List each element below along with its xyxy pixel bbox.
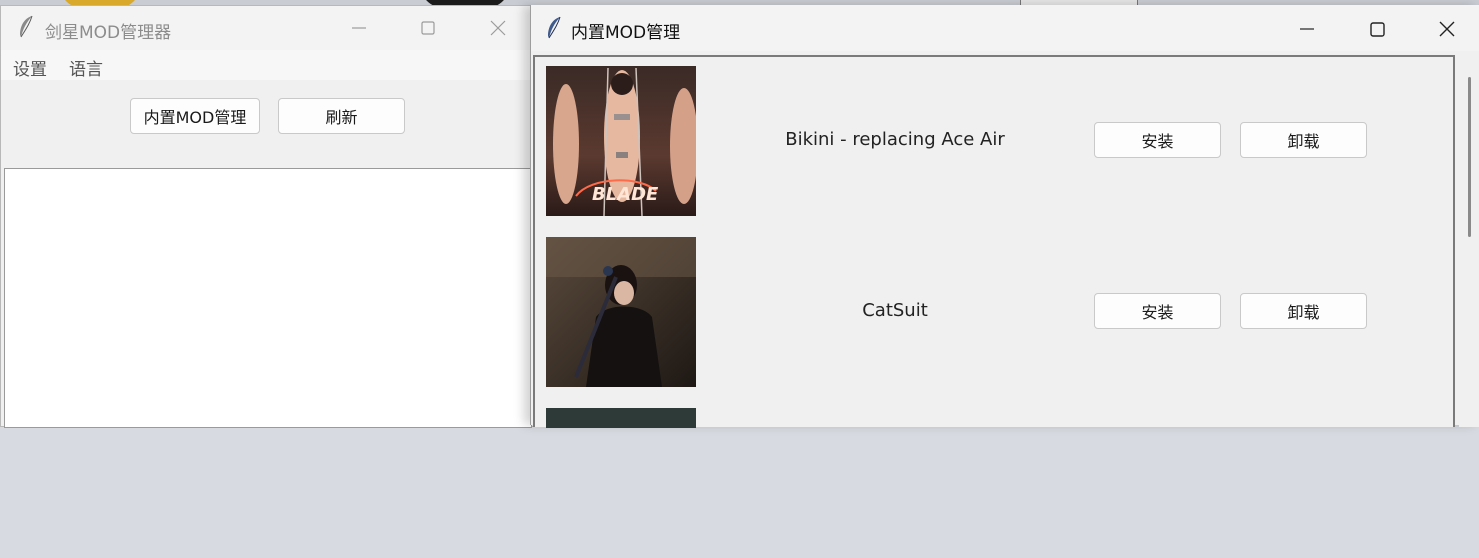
uninstall-button[interactable]: 卸载 <box>1240 122 1367 158</box>
toolbar: 内置MOD管理 刷新 <box>1 80 536 170</box>
close-icon[interactable] <box>475 8 521 48</box>
maximize-icon[interactable] <box>405 8 451 48</box>
menu-bar: 设置 语言 <box>1 50 536 80</box>
mod-thumbnail: BLADE <box>546 66 696 216</box>
builtin-mod-window: 内置MOD管理 BLADE Bikini - replacing Ace Air… <box>530 5 1479 428</box>
menu-settings[interactable]: 设置 <box>13 55 47 80</box>
close-icon[interactable] <box>1424 9 1470 49</box>
install-button[interactable]: 安装 <box>1094 293 1221 329</box>
mod-row <box>535 408 1455 558</box>
mod-list[interactable] <box>4 168 532 428</box>
mod-list-frame: BLADE Bikini - replacing Ace Air 安装 卸载 C… <box>533 55 1455 428</box>
minimize-icon[interactable] <box>1284 9 1330 49</box>
mod-row: CatSuit 安装 卸载 <box>535 237 1455 387</box>
title-bar[interactable]: 内置MOD管理 <box>531 5 1479 51</box>
feather-icon <box>17 15 35 39</box>
mod-name: Bikini - replacing Ace Air <box>785 129 1005 150</box>
minimize-icon[interactable] <box>336 8 382 48</box>
thumbnail-logo-text: BLADE <box>592 184 659 205</box>
maximize-icon[interactable] <box>1354 9 1400 49</box>
refresh-button[interactable]: 刷新 <box>278 98 405 134</box>
uninstall-button[interactable]: 卸载 <box>1240 293 1367 329</box>
builtin-mod-manager-button[interactable]: 内置MOD管理 <box>130 98 260 134</box>
window-title: 剑星MOD管理器 <box>45 23 172 43</box>
main-window: 剑星MOD管理器 设置 语言 内置MOD管理 刷新 <box>0 5 537 428</box>
scrollbar-thumb[interactable] <box>1468 77 1471 237</box>
install-button[interactable]: 安装 <box>1094 122 1221 158</box>
mod-thumbnail <box>546 237 696 387</box>
mod-thumbnail <box>546 408 696 428</box>
menu-language[interactable]: 语言 <box>69 55 103 80</box>
mod-name: CatSuit <box>862 300 928 321</box>
mod-row: BLADE Bikini - replacing Ace Air 安装 卸载 <box>535 66 1455 216</box>
title-bar[interactable]: 剑星MOD管理器 <box>1 6 536 50</box>
feather-icon <box>545 16 563 40</box>
window-title: 内置MOD管理 <box>571 23 681 43</box>
